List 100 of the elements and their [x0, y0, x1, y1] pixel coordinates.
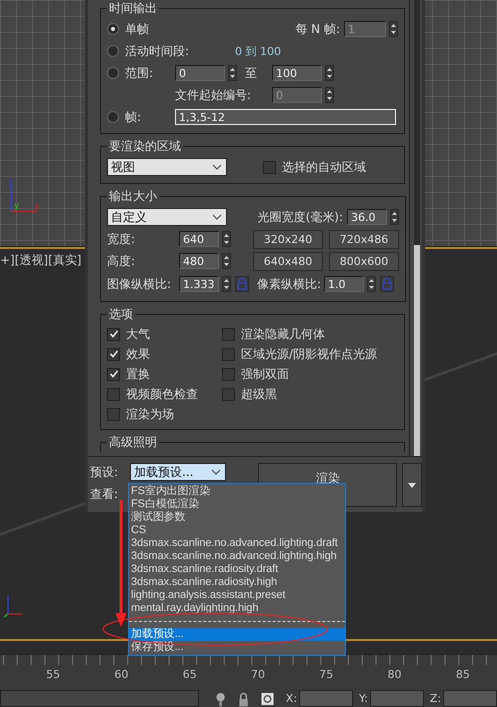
frame-number: 70 — [250, 668, 266, 682]
spinner-icon[interactable] — [222, 231, 231, 247]
frame-number: 60 — [113, 668, 130, 682]
coordinate-label: X: — [286, 692, 298, 705]
menu-item[interactable]: CS — [129, 524, 345, 537]
checkbox-label: 区域光源/阴影视作点光源 — [241, 346, 378, 362]
lightbulb-icon[interactable] — [214, 690, 226, 706]
radio-label: 范围: — [125, 64, 154, 82]
frame-number: 65 — [182, 668, 198, 682]
spinner-icon[interactable] — [325, 65, 334, 81]
radio-label: 单帧 — [125, 20, 149, 38]
field-label: 图像纵横比: — [107, 276, 172, 292]
chevron-down-icon — [211, 469, 221, 475]
radio-button[interactable] — [107, 67, 119, 79]
radio-button[interactable] — [107, 23, 119, 35]
checkbox[interactable] — [107, 388, 120, 400]
size-preset-button[interactable]: 320x240 — [253, 230, 323, 248]
dropdown-arrow-button[interactable] — [402, 463, 422, 507]
checkbox-label: 强制双面 — [241, 366, 289, 382]
checkbox[interactable] — [222, 328, 235, 340]
menu-item[interactable]: 3dsmax.scanline.radiosity.high — [129, 576, 345, 589]
input-field[interactable]: 1,3,5-12 — [175, 109, 396, 125]
crosshair-icon[interactable] — [260, 692, 274, 706]
scrollbar[interactable] — [414, 0, 420, 456]
checkbox-label: 大气 — [126, 326, 150, 342]
group-title: 高级照明 — [108, 434, 158, 451]
checkbox-label: 渲染为场 — [126, 406, 174, 422]
dropdown[interactable]: 视图 — [107, 158, 227, 176]
input-field[interactable]: 480 — [179, 253, 219, 269]
checkbox[interactable] — [222, 388, 235, 400]
frame-number: 55 — [45, 668, 62, 682]
input-field[interactable]: 1.333 — [179, 276, 219, 292]
checkbox[interactable] — [107, 368, 120, 380]
menu-item[interactable]: FS室内出图渲染 — [129, 485, 345, 498]
input-field[interactable]: 1.0 — [324, 276, 364, 292]
checkbox[interactable] — [107, 348, 120, 360]
menu-item[interactable]: 保存预设... — [129, 641, 345, 654]
spinner-icon[interactable] — [222, 253, 231, 269]
group-title: 时间输出 — [108, 0, 158, 17]
viewport-label[interactable]: +][透视][真实] — [0, 252, 82, 269]
radio-label: 活动时间段: — [125, 42, 190, 60]
menu-item[interactable]: mental.ray.daylighting.high — [129, 602, 345, 615]
radio-button[interactable] — [107, 111, 119, 123]
menu-item[interactable]: 测试图参数 — [129, 511, 345, 524]
input-field[interactable]: 100 — [272, 65, 322, 81]
field-label: 宽度: — [107, 230, 136, 248]
spinner-icon[interactable] — [367, 276, 376, 292]
spinner-icon[interactable] — [390, 209, 399, 225]
coordinate-label: Y: — [358, 692, 368, 705]
field-label: 高度: — [107, 252, 136, 270]
checkbox[interactable] — [107, 328, 120, 340]
menu-item[interactable]: 3dsmax.scanline.no.advanced.lighting.draft — [129, 537, 345, 550]
field-label: 每 N 帧: — [295, 20, 340, 38]
coordinate-field[interactable] — [443, 690, 497, 707]
frame-number: 80 — [386, 668, 403, 682]
checkbox-label: 效果 — [126, 346, 150, 362]
dropdown[interactable]: 自定义 — [107, 208, 227, 226]
group-title: 选项 — [108, 306, 134, 323]
input-field[interactable]: 0 — [175, 65, 225, 81]
menu-item[interactable]: FS白模低渲染 — [129, 498, 345, 511]
group-title: 要渲染的区域 — [108, 138, 182, 155]
group-title: 输出大小 — [108, 188, 158, 205]
spinner-icon[interactable] — [325, 87, 334, 103]
size-preset-button[interactable]: 720x486 — [329, 230, 399, 248]
field-label: 光圈宽度(毫米): — [258, 208, 343, 226]
timeline-ruler[interactable]: 55 60 65 70 75 80 85 — [0, 654, 497, 690]
checkbox[interactable] — [107, 408, 120, 420]
checkbox-label: 超级黑 — [241, 386, 277, 402]
caret-icon — [408, 482, 416, 488]
chevron-down-icon — [212, 164, 222, 170]
checkbox-label: 置换 — [126, 366, 150, 382]
chevron-down-icon — [212, 214, 222, 220]
spinner-icon[interactable] — [228, 65, 237, 81]
input-field[interactable]: 36.0 — [347, 209, 387, 225]
preset-dropdown[interactable]: 加载预设... — [130, 463, 226, 481]
checkbox[interactable] — [222, 368, 235, 380]
checkbox-label: 选择的自动区域 — [282, 158, 366, 176]
input-field[interactable]: 640 — [179, 231, 219, 247]
spinner-icon[interactable] — [389, 21, 398, 37]
menu-item[interactable]: 加载预设... — [129, 628, 345, 641]
field-label: 文件起始编号: — [175, 86, 252, 104]
field-label: 预设: — [90, 464, 120, 480]
coordinate-field[interactable] — [370, 690, 424, 707]
radio-label: 帧: — [125, 108, 142, 126]
menu-item[interactable]: lighting.analysis.assistant.preset — [129, 589, 345, 602]
menu-item[interactable]: 3dsmax.scanline.radiosity.draft — [129, 563, 345, 576]
coordinate-field[interactable] — [299, 690, 353, 707]
coordinate-label: Z: — [430, 692, 442, 705]
frame-number: 75 — [318, 668, 334, 682]
field-label: 至 — [245, 64, 257, 82]
range-text: 0 到 100 — [235, 44, 281, 58]
checkbox[interactable] — [222, 348, 235, 360]
checkbox-label: 视频颜色检查 — [126, 386, 198, 402]
radio-button[interactable] — [107, 45, 119, 57]
checkbox[interactable] — [263, 160, 276, 174]
size-preset-button[interactable]: 800x600 — [329, 252, 399, 270]
spinner-icon[interactable] — [222, 276, 231, 292]
size-preset-button[interactable]: 640x480 — [253, 252, 323, 270]
padlock-icon[interactable] — [238, 690, 249, 706]
menu-item[interactable]: 3dsmax.scanline.no.advanced.lighting.high — [129, 550, 345, 563]
